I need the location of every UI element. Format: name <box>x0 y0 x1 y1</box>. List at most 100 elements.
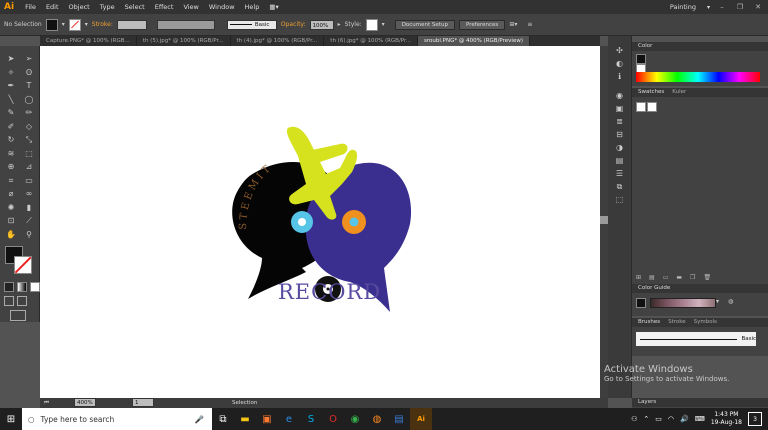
menu-edit[interactable]: Edit <box>41 3 64 11</box>
store-icon[interactable]: ▣ <box>256 408 278 430</box>
arrange-documents-icon[interactable]: ▦▾ <box>264 3 283 11</box>
appearance-icon[interactable]: ◉ <box>608 89 631 102</box>
chevron-right-icon[interactable]: ▸ <box>338 21 341 28</box>
stroke-swatch[interactable] <box>68 18 81 31</box>
graphic-style-swatch[interactable] <box>365 18 378 31</box>
restore-icon[interactable]: ❐ <box>734 3 746 11</box>
kuler-tab[interactable]: Kuler <box>672 88 686 97</box>
opacity-label[interactable]: Opacity: <box>281 21 306 28</box>
align-icon[interactable]: ⊟ <box>608 128 631 141</box>
ellipse-tool-icon[interactable]: ◯ <box>22 93 36 107</box>
scale-tool-icon[interactable]: ⤡ <box>22 133 36 147</box>
fill-color-box[interactable] <box>636 54 646 64</box>
gradient-mode-icon[interactable] <box>17 282 27 292</box>
stroke-label[interactable]: Stroke: <box>92 21 113 28</box>
color-spectrum[interactable] <box>636 72 760 82</box>
taskbar-search[interactable]: ○ Type here to search 🎤 <box>22 408 212 430</box>
zoom-field[interactable]: 400% <box>74 398 96 407</box>
battery-icon[interactable]: ▭ <box>655 415 662 423</box>
artboard-canvas[interactable]: STEEMIT RECORD <box>40 46 600 398</box>
chevron-down-icon[interactable]: ▾ <box>716 298 719 305</box>
swatch-white[interactable] <box>647 102 657 112</box>
brushes-tab[interactable]: Brushes <box>638 318 660 327</box>
artboard-tool-icon[interactable]: ⊡ <box>4 214 18 228</box>
arrange-icon[interactable]: ⊞▾ <box>509 21 517 28</box>
color-mode-icon[interactable] <box>4 282 14 292</box>
doc-tab[interactable]: th (4).jpg* @ 100% (RGB/Pr... <box>231 36 325 46</box>
preferences-button[interactable]: Preferences <box>458 19 506 30</box>
perspective-grid-tool-icon[interactable]: ⊿ <box>22 160 36 174</box>
blend-tool-icon[interactable]: ∞ <box>22 187 36 201</box>
paintbrush-tool-icon[interactable]: ✎ <box>4 106 18 120</box>
lasso-tool-icon[interactable]: ʘ <box>22 66 36 80</box>
doc-tab[interactable]: th (6).jpg* @ 100% (RGB/Pr... <box>324 36 419 46</box>
chrome-icon[interactable]: ◉ <box>344 408 366 430</box>
chevron-down-icon[interactable]: ▾ <box>382 21 385 28</box>
variable-width-profile[interactable] <box>156 19 215 30</box>
file-explorer-icon[interactable]: ▬ <box>234 408 256 430</box>
illustrator-taskbar-icon[interactable]: Ai <box>410 408 432 430</box>
symbol-sprayer-tool-icon[interactable]: ✺ <box>4 201 18 215</box>
harmony-rules-bar[interactable] <box>650 298 716 308</box>
network-icon[interactable]: ◠ <box>668 415 674 423</box>
firefox-icon[interactable]: ◍ <box>366 408 388 430</box>
draw-behind-icon[interactable] <box>17 296 27 306</box>
status-mode[interactable]: Selection <box>232 398 257 408</box>
menu-window[interactable]: Window <box>204 3 240 11</box>
chevron-down-icon[interactable]: ▾ <box>62 21 65 28</box>
doc-tab-active[interactable]: sroubl.PNG* @ 400% (RGB/Preview) <box>418 36 530 46</box>
new-swatch-icon[interactable]: ❐ <box>690 274 695 281</box>
artboard-number-field[interactable]: 1 <box>132 398 154 407</box>
new-color-group-icon[interactable]: ▬ <box>676 274 682 281</box>
brush-definition[interactable]: Basic <box>226 19 277 30</box>
free-transform-tool-icon[interactable]: ⬚ <box>22 147 36 161</box>
color-panel-title[interactable]: Color <box>638 42 652 51</box>
clock[interactable]: 1:43 PM 19-Aug-18 <box>711 411 742 427</box>
edge-icon[interactable]: e <box>278 408 300 430</box>
mesh-tool-icon[interactable]: ⌗ <box>4 174 18 188</box>
color-guide-title[interactable]: Color Guide <box>638 284 670 293</box>
color-panel-icon[interactable]: ✣ <box>608 44 631 57</box>
scrollbar-thumb[interactable] <box>600 216 608 224</box>
transform-icon[interactable]: ⬚ <box>608 193 631 206</box>
stroke-weight-field[interactable] <box>116 19 147 30</box>
windows-start-icon[interactable]: ⊞ <box>0 414 22 425</box>
swatches-tab[interactable]: Swatches <box>638 88 664 97</box>
info-icon[interactable]: ℹ <box>608 70 631 83</box>
delete-swatch-icon[interactable]: 🗑 <box>703 274 711 281</box>
graphic-styles-icon[interactable]: ▣ <box>608 102 631 115</box>
notification-badge[interactable]: 3 <box>748 412 762 426</box>
menu-effect[interactable]: Effect <box>150 3 179 11</box>
fill-swatch[interactable] <box>45 18 58 31</box>
document-setup-button[interactable]: Document Setup <box>394 19 455 30</box>
menu-help[interactable]: Help <box>240 3 265 11</box>
magic-wand-tool-icon[interactable]: ✧ <box>4 66 18 80</box>
stroke-color-box[interactable] <box>14 256 32 274</box>
brush-list-item[interactable]: Basic <box>636 332 756 346</box>
menu-object[interactable]: Object <box>64 3 95 11</box>
shape-builder-tool-icon[interactable]: ⊕ <box>4 160 18 174</box>
opera-icon[interactable]: O <box>322 408 344 430</box>
panel-menu-icon[interactable]: ≡ <box>527 21 532 28</box>
chevron-up-icon[interactable]: ⌃ <box>643 415 649 423</box>
draw-normal-icon[interactable] <box>4 296 14 306</box>
eyedropper-tool-icon[interactable]: ⌀ <box>4 187 18 201</box>
layers-tab[interactable]: Layers <box>638 398 656 407</box>
opacity-field[interactable]: 100% <box>309 19 334 30</box>
stroke-panel-icon[interactable]: ☰ <box>608 167 631 180</box>
swatch-none[interactable] <box>636 102 646 112</box>
width-tool-icon[interactable]: ≋ <box>4 147 18 161</box>
zoom-tool-icon[interactable]: ⚲ <box>22 228 36 242</box>
selection-tool-icon[interactable]: ➤ <box>4 52 18 66</box>
workspace-switcher[interactable]: Painting <box>665 3 701 11</box>
microphone-icon[interactable]: 🎤 <box>195 415 212 424</box>
edit-colors-icon[interactable]: ◍ <box>728 298 733 305</box>
show-swatch-kinds-icon[interactable]: ▤ <box>649 274 655 281</box>
line-tool-icon[interactable]: ╲ <box>4 93 18 107</box>
photos-icon[interactable]: ▤ <box>388 408 410 430</box>
volume-icon[interactable]: 🔊 <box>680 415 689 423</box>
layers-icon[interactable]: ≣ <box>608 115 631 128</box>
close-icon[interactable]: ✕ <box>752 3 764 11</box>
color-guide-icon[interactable]: ◐ <box>608 57 631 70</box>
type-tool-icon[interactable]: T <box>22 79 36 93</box>
